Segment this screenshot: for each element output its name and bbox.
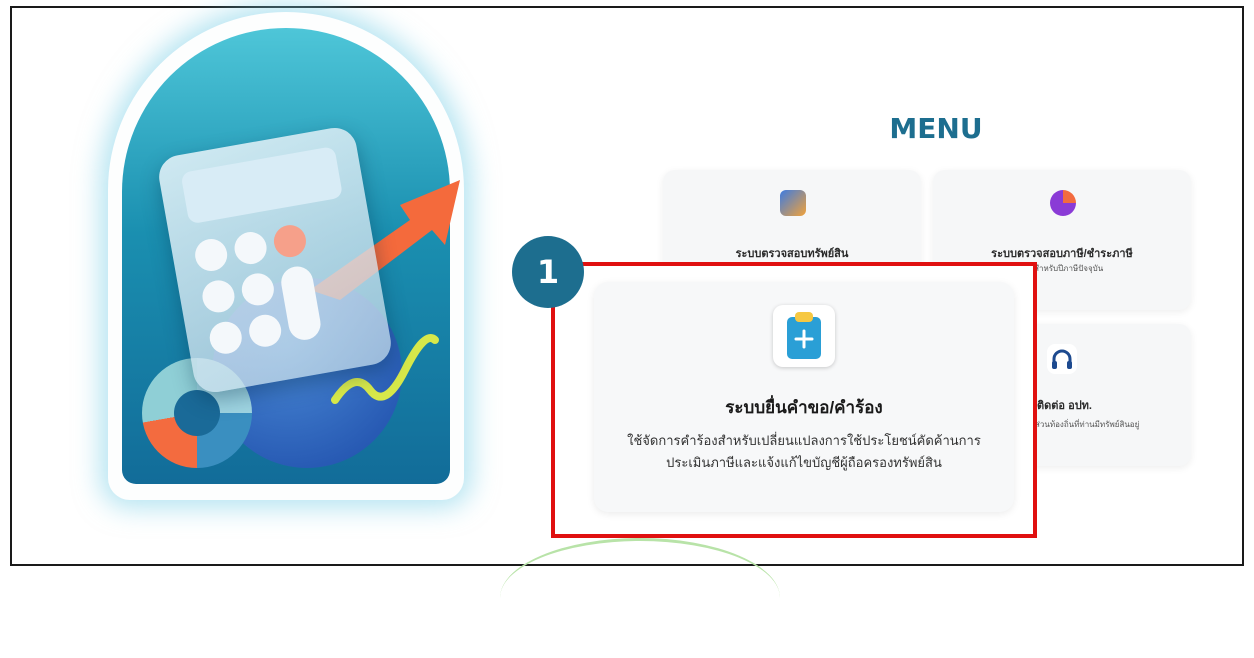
property-icon xyxy=(780,190,806,216)
request-card-description-line: ใช้จัดการคำร้องสำหรับเปลี่ยนแปลงการใช้ปร… xyxy=(627,433,981,448)
menu-card-title: ระบบตรวจสอบภาษี/ชำระภาษี xyxy=(991,248,1133,260)
step-number-badge: 1 xyxy=(512,236,584,308)
menu-card-description: ส่วนท้องถิ่นที่ท่านมีทรัพย์สินอยู่ xyxy=(1035,420,1140,429)
request-card-title: ระบบยื่นคำขอ/คำร้อง xyxy=(725,398,883,417)
calculator-screen xyxy=(180,146,344,225)
menu-title: MENU xyxy=(889,112,983,145)
request-card-description-line: ประเมินภาษีและแจ้งแก้ไขบัญชีผู้ถือครองทร… xyxy=(666,455,942,470)
decorative-arc xyxy=(500,538,780,658)
menu-card-title: ติดต่อ อปท. xyxy=(1037,400,1092,412)
calculator-key xyxy=(199,277,237,315)
calculator-illustration xyxy=(155,124,395,396)
request-card-description: ใช้จัดการคำร้องสำหรับเปลี่ยนแปลงการใช้ปร… xyxy=(594,430,1014,474)
calculator-key xyxy=(232,229,270,267)
donut-hole xyxy=(174,390,220,436)
calculator-key xyxy=(239,270,277,308)
menu-card-title: ระบบตรวจสอบทรัพย์สิน xyxy=(735,248,849,260)
calculator-key xyxy=(246,312,284,350)
calculator-key xyxy=(278,263,324,343)
calculator-key xyxy=(207,319,245,357)
calculator-key xyxy=(192,236,230,274)
calculator-key xyxy=(271,222,309,260)
pie-chart-icon xyxy=(1050,190,1076,216)
clipboard-plus-icon xyxy=(773,305,835,367)
headset-icon xyxy=(1047,344,1077,374)
